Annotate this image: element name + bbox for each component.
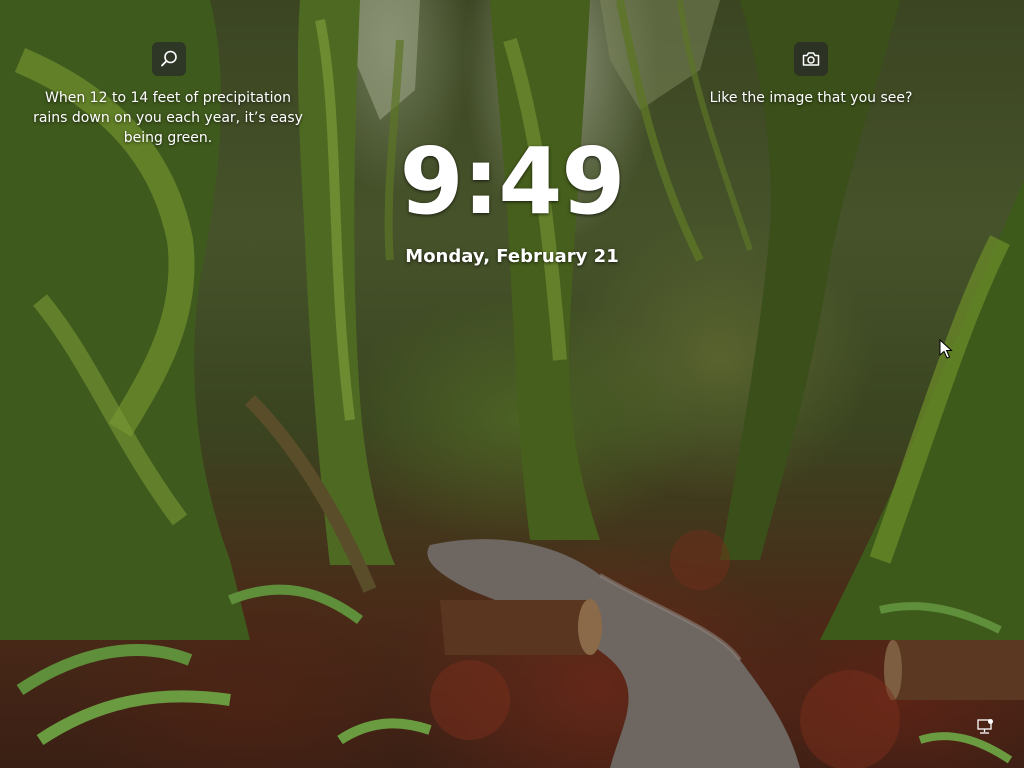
camera-button[interactable] [794, 42, 828, 76]
clock-time: 9:49 [399, 128, 626, 235]
like-image-prompt[interactable]: Like the image that you see? [700, 88, 922, 108]
search-button[interactable] [152, 42, 186, 76]
search-icon [161, 50, 177, 67]
camera-icon [802, 52, 820, 66]
clock-date: Monday, February 21 [405, 246, 619, 267]
lock-screen[interactable]: When 12 to 14 feet of precipitation rain… [0, 0, 1024, 768]
network-icon[interactable] [976, 718, 994, 736]
spotlight-fact-text[interactable]: When 12 to 14 feet of precipitation rain… [28, 88, 308, 148]
mouse-pointer [939, 339, 953, 359]
